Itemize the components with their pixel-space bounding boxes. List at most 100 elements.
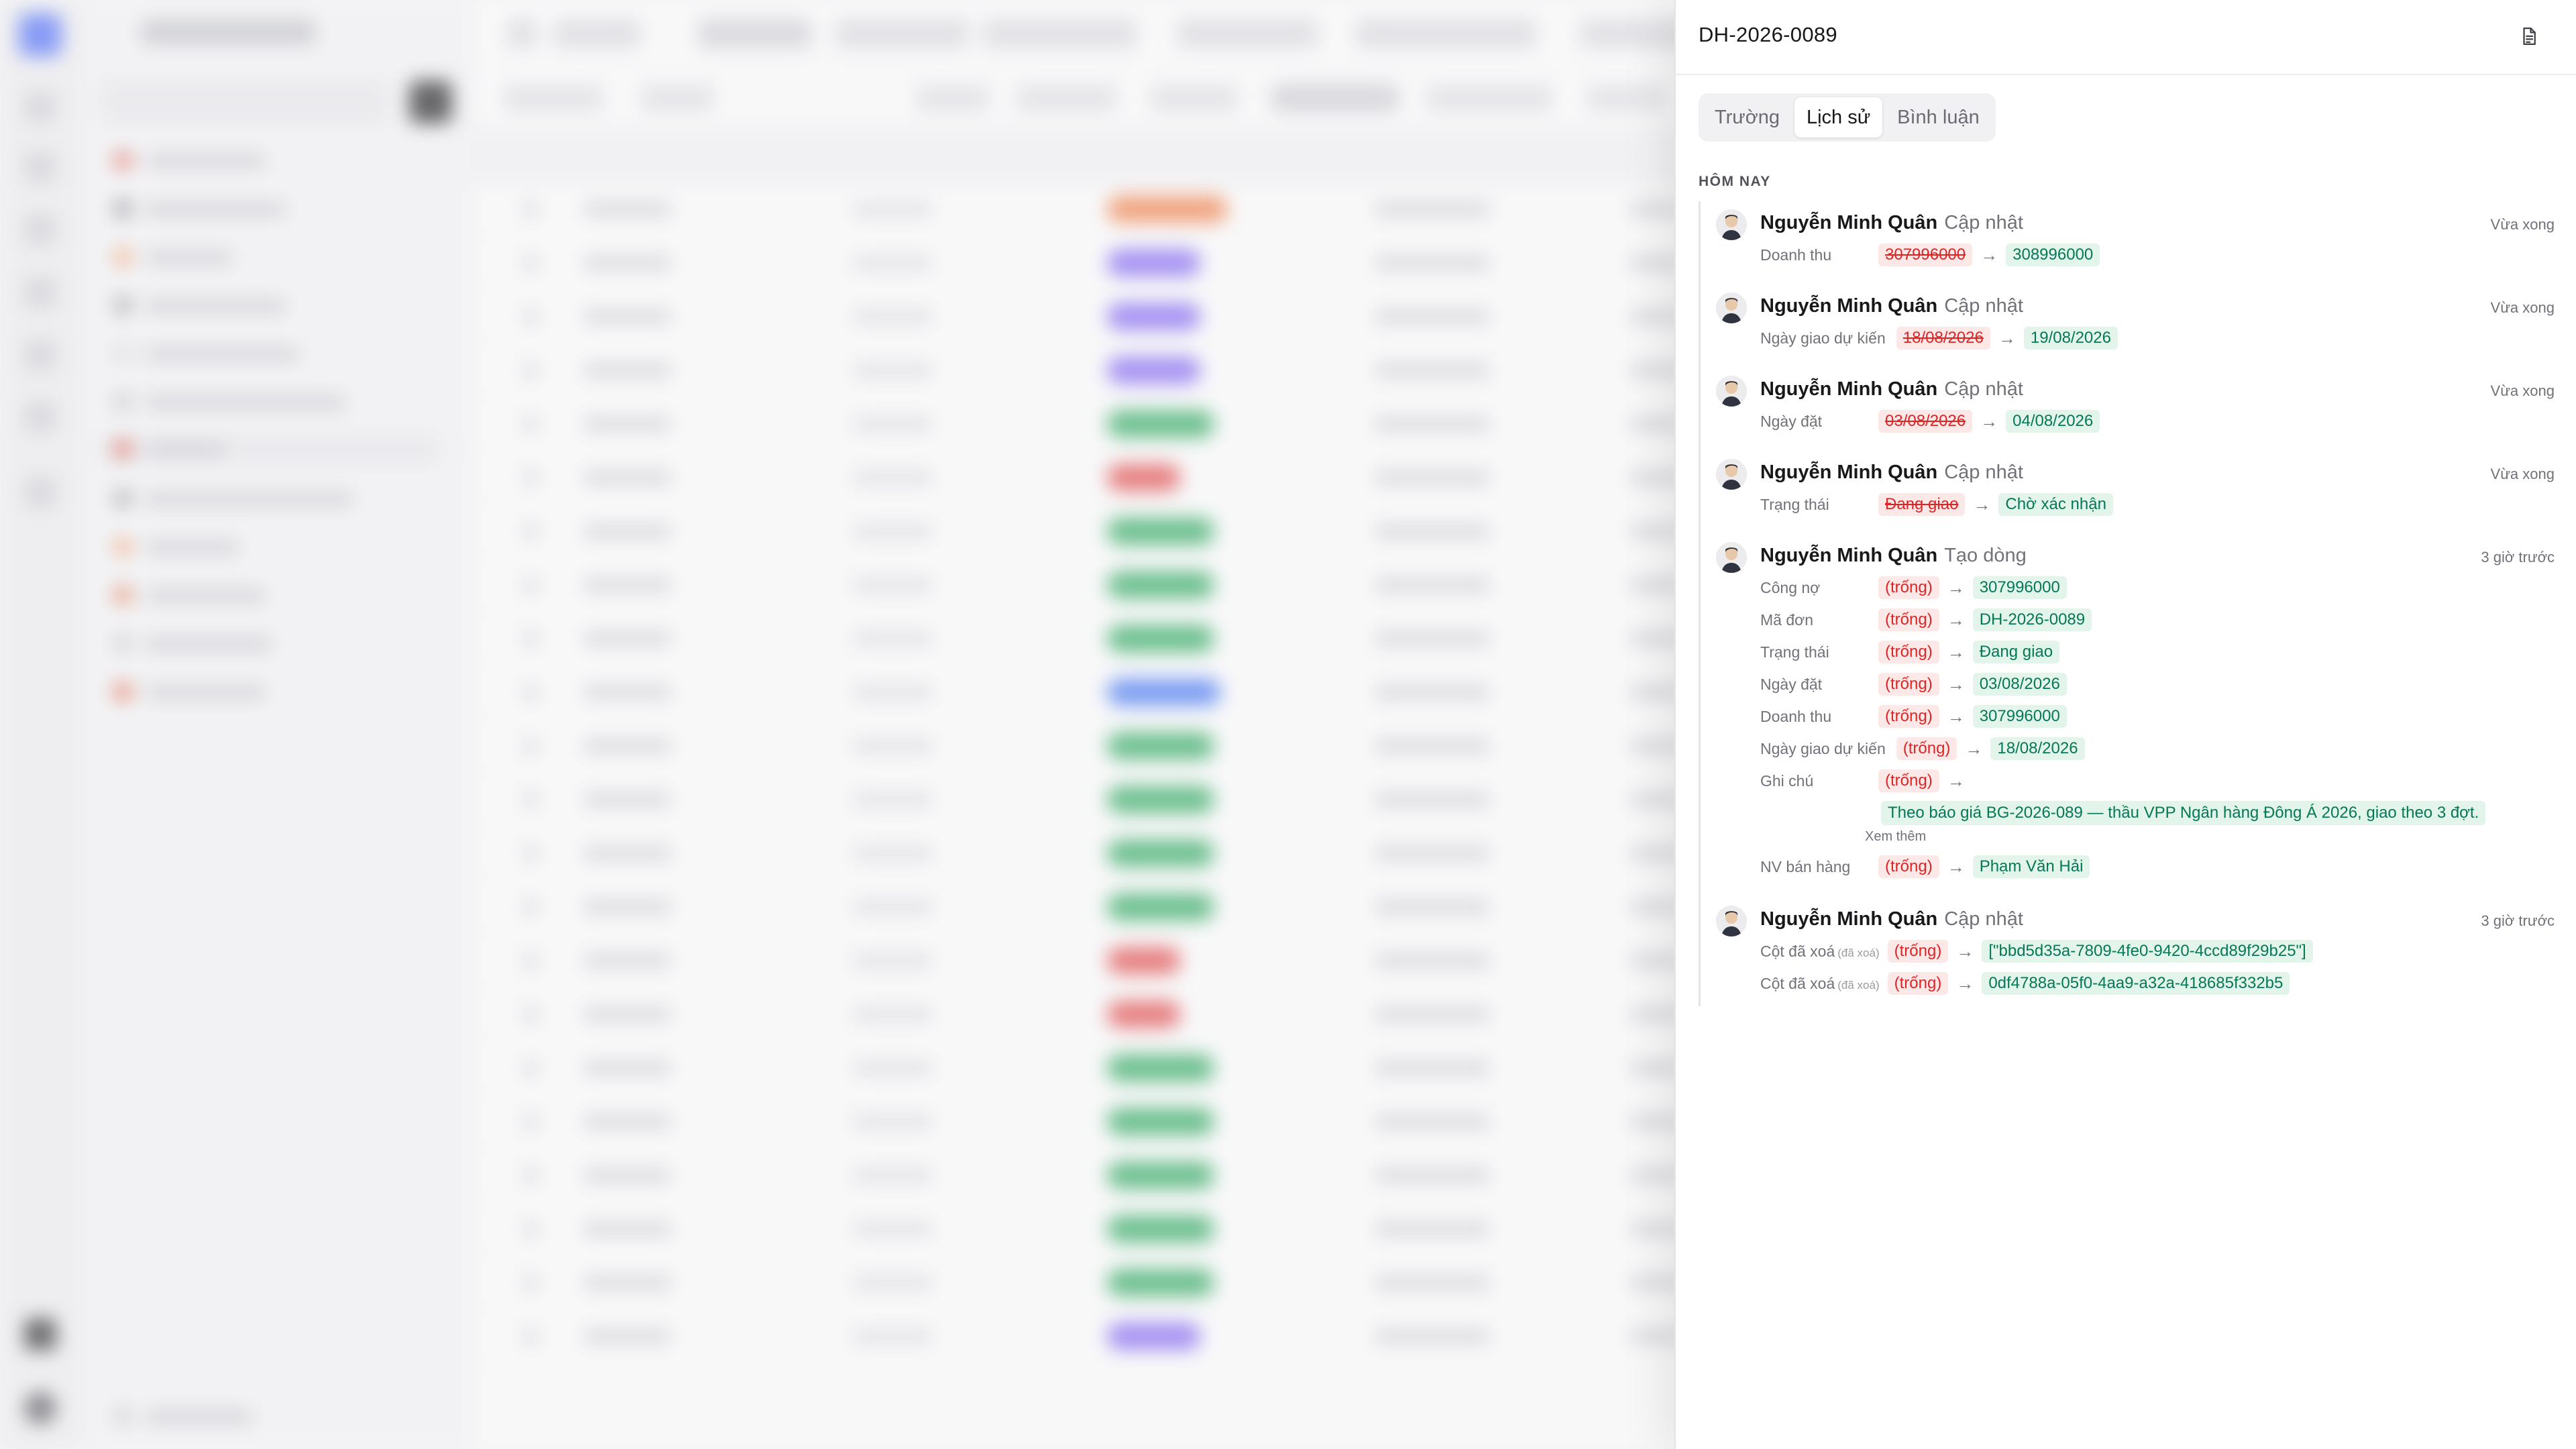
action-label: Cập nhật [1944,378,2023,400]
arrow-right-icon: → [1947,674,1965,694]
panel-tabs: Trường Lịch sử Bình luận [1699,93,1996,142]
deleted-tag: (đã xoá) [1837,946,1880,959]
section-label-today: HÔM NAY [1699,174,1771,189]
entry-heading: Nguyễn Minh Quân Cập nhật [1760,462,2023,484]
close-icon [2573,27,2576,49]
new-value: 307996000 [1972,705,2067,728]
field-label: Mã đơn [1760,610,1814,629]
timestamp: Vừa xong [2490,216,2555,233]
timeline-line [1699,201,1701,1006]
field-label: Ghi chú [1760,771,1814,790]
new-value: 04/08/2026 [2006,410,2100,433]
old-value: 03/08/2026 [1878,410,1973,433]
change-row: Mã đơn (trống) → DH-2026-0089 [1760,606,2092,633]
tab-comments[interactable]: Bình luận [1885,97,1992,138]
old-value: (trống) [1878,576,1939,599]
old-value: Đang giao [1878,493,1966,516]
change-row: Cột đã xoá (đã xoá) (trống) → 0df4788a-05f0-… [1760,970,2290,997]
arrow-right-icon: → [1980,244,1998,265]
user-avatar [1716,542,1747,573]
action-label: Cập nhật [1944,212,2023,233]
timestamp: 3 giờ trước [2481,549,2555,566]
entry-heading: Nguyễn Minh Quân Cập nhật [1760,295,2023,317]
change-row: Trạng thái Đang giao → Chờ xác nhận [1760,491,2113,518]
action-label: Cập nhật [1944,908,2023,930]
user-avatar [1716,209,1747,240]
field-label: Cột đã xoá (đã xoá) [1760,942,1880,960]
new-value: ["bbd5d35a-7809-4fe0-9420-4ccd89f29b25"] [1982,940,2313,963]
action-label: Cập nhật [1944,462,2023,483]
user-name[interactable]: Nguyễn Minh Quân [1760,295,1937,317]
arrow-right-icon: → [1980,411,1998,431]
timestamp: Vừa xong [2490,466,2555,482]
user-avatar [1716,292,1747,323]
close-button[interactable] [2565,20,2576,55]
see-more-link[interactable]: Xem thêm [1865,829,1926,845]
document-icon [2519,26,2539,50]
old-value: (trống) [1878,608,1939,631]
field-label: Doanh thu [1760,707,1832,725]
user-name[interactable]: Nguyễn Minh Quân [1760,545,1937,566]
change-row: Doanh thu (trống) → 307996000 [1760,703,2067,730]
change-row: Trạng thái (trống) → Đang giao [1760,639,2060,665]
new-value: Phạm Văn Hải [1972,855,2090,878]
field-label: Ngày đặt [1760,675,1823,693]
change-row: Doanh thu 307996000 → 308996000 [1760,241,2100,268]
field-label: Trạng thái [1760,643,1829,661]
document-button[interactable] [2512,20,2546,55]
field-label: Ngày giao dự kiến [1760,329,1886,347]
action-label: Tạo dòng [1944,545,2027,566]
field-label: Công nợ [1760,578,1821,596]
user-name[interactable]: Nguyễn Minh Quân [1760,462,1937,483]
new-value: 308996000 [2006,244,2100,266]
user-name[interactable]: Nguyễn Minh Quân [1760,908,1937,930]
arrow-right-icon: → [1947,706,1965,727]
new-value: Đang giao [1972,641,2060,663]
user-name[interactable]: Nguyễn Minh Quân [1760,212,1937,233]
new-value: 19/08/2026 [2023,327,2118,350]
timestamp: 3 giờ trước [2481,912,2555,929]
new-value-note: Theo báo giá BG-2026-089 — thầu VPP Ngân… [1881,801,2486,825]
user-name[interactable]: Nguyễn Minh Quân [1760,378,1937,400]
new-value: 0df4788a-05f0-4aa9-a32a-418685f332b5 [1982,972,2290,995]
field-label: Ngày giao dự kiến [1760,739,1886,757]
field-label: Cột đã xoá (đã xoá) [1760,974,1880,992]
timestamp: Vừa xong [2490,299,2555,316]
old-value: (trống) [1887,972,1949,995]
change-row: Ghi chú (trống) → [1760,767,1973,794]
arrow-right-icon: → [1947,770,1965,791]
user-avatar [1716,459,1747,490]
change-row: Ngày giao dự kiến (trống) → 18/08/2026 [1760,735,2085,762]
panel-header: DH-2026-0089 [1676,0,2576,75]
old-value: (trống) [1896,737,1957,760]
old-value: (trống) [1887,940,1949,963]
arrow-right-icon: → [1947,609,1965,630]
field-label: Trạng thái [1760,495,1829,513]
new-value: DH-2026-0089 [1972,608,2092,631]
tab-history[interactable]: Lịch sử [1794,97,1883,138]
arrow-right-icon: → [1947,856,1965,877]
old-value: (trống) [1878,705,1939,728]
change-row: NV bán hàng (trống) → Phạm Văn Hải [1760,853,2090,880]
new-value: 18/08/2026 [1990,737,2085,760]
field-label: Doanh thu [1760,246,1832,264]
entry-heading: Nguyễn Minh Quân Cập nhật [1760,908,2023,930]
deleted-tag: (đã xoá) [1837,978,1880,991]
entry-heading: Nguyễn Minh Quân Tạo dòng [1760,545,2027,567]
panel-title: DH-2026-0089 [1699,23,1837,46]
user-avatar [1716,906,1747,936]
arrow-right-icon: → [1956,973,1974,994]
change-row: Cột đã xoá (đã xoá) (trống) → ["bbd5d35a-780… [1760,938,2313,965]
arrow-right-icon: → [1998,327,2016,348]
record-detail-panel: DH-2026-0089 Trường Lịch sử Bình luận HÔ… [1674,0,2576,1449]
change-row: Công nợ (trống) → 307996000 [1760,574,2067,601]
new-value: 03/08/2026 [1972,673,2067,696]
user-avatar [1716,376,1747,407]
new-value: 307996000 [1972,576,2067,599]
tab-fields[interactable]: Trường [1703,97,1792,138]
arrow-right-icon: → [1947,641,1965,662]
arrow-right-icon: → [1965,738,1983,759]
entry-heading: Nguyễn Minh Quân Cập nhật [1760,378,2023,400]
arrow-right-icon: → [1947,577,1965,598]
old-value: 18/08/2026 [1896,327,1990,350]
